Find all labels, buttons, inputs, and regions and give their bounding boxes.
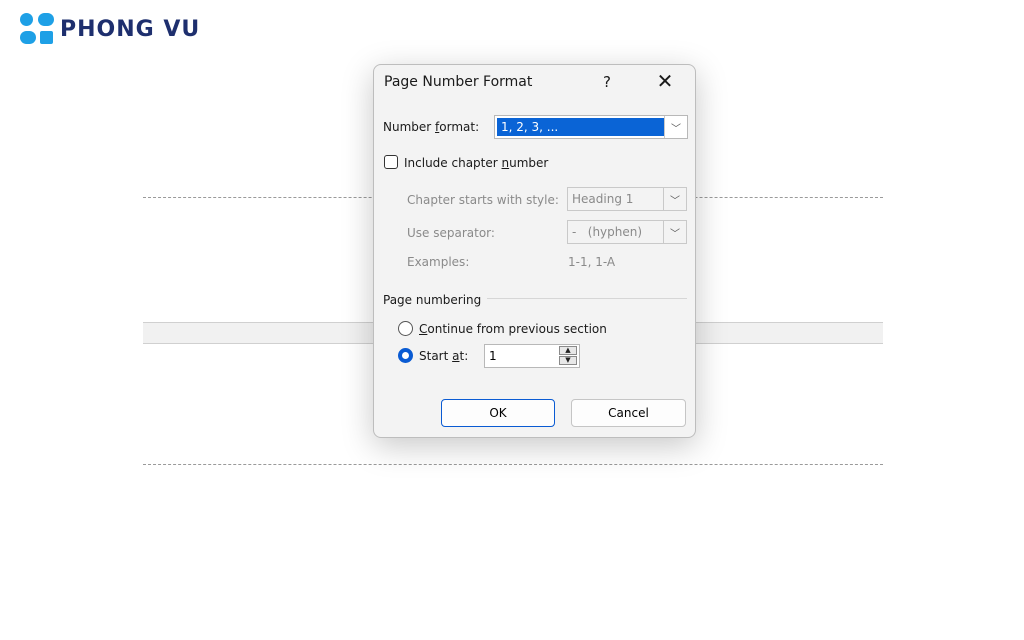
page: PHONG VU Page Number Format ? ✕ Number f… <box>0 0 1024 640</box>
examples-label: Examples: <box>407 255 470 269</box>
include-chapter-checkbox[interactable] <box>384 155 398 169</box>
start-at-radio[interactable] <box>398 348 413 363</box>
number-format-value: 1, 2, 3, ... <box>497 118 664 136</box>
cancel-button[interactable]: Cancel <box>571 399 686 427</box>
chapter-style-dropdown[interactable]: Heading 1 ﹀ <box>567 187 687 211</box>
logo-text: PHONG VU <box>60 16 201 42</box>
chevron-down-icon: ﹀ <box>664 116 687 138</box>
phong-vu-logo: PHONG VU <box>18 12 200 46</box>
chapter-style-value: Heading 1 <box>572 192 634 206</box>
number-format-label: Number format: <box>383 120 480 134</box>
start-at-label[interactable]: Start at: <box>419 349 468 363</box>
ok-button[interactable]: OK <box>441 399 555 427</box>
examples-value: 1-1, 1-A <box>568 255 616 269</box>
start-at-spinner[interactable]: 1 ▲ ▼ <box>484 344 580 368</box>
close-icon[interactable]: ✕ <box>656 71 674 91</box>
spin-down-icon[interactable]: ▼ <box>559 356 577 365</box>
separator-label: Use separator: <box>407 226 495 240</box>
chapter-style-label: Chapter starts with style: <box>407 193 559 207</box>
page-numbering-group-label: Page numbering <box>383 293 482 307</box>
help-button[interactable]: ? <box>600 73 614 91</box>
logo-mark-icon <box>18 12 56 46</box>
number-format-dropdown[interactable]: 1, 2, 3, ... ﹀ <box>494 115 688 139</box>
separator-dropdown[interactable]: - (hyphen) ﹀ <box>567 220 687 244</box>
chevron-down-icon: ﹀ <box>663 221 686 243</box>
start-at-value: 1 <box>489 349 497 363</box>
group-divider <box>487 298 687 299</box>
separator-value: - (hyphen) <box>572 225 643 239</box>
continue-previous-radio[interactable] <box>398 321 413 336</box>
spin-up-icon[interactable]: ▲ <box>559 346 577 355</box>
continue-previous-label[interactable]: Continue from previous section <box>419 322 607 336</box>
dialog-title: Page Number Format <box>384 74 533 90</box>
page-boundary-bottom <box>143 464 883 465</box>
chevron-down-icon: ﹀ <box>663 188 686 210</box>
include-chapter-label[interactable]: Include chapter number <box>404 156 548 170</box>
page-number-format-dialog: Page Number Format ? ✕ Number format: 1,… <box>373 64 696 438</box>
